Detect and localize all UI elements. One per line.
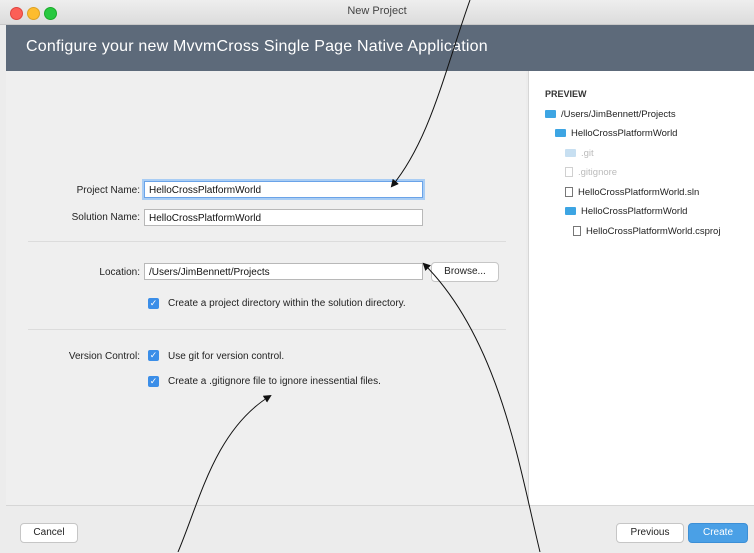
solution-name-label: Solution Name: (71, 212, 140, 223)
solution-name-input[interactable]: HelloCrossPlatformWorld (144, 209, 423, 226)
use-git-label: Use git for version control. (168, 351, 285, 362)
folder-icon (545, 110, 556, 118)
preview-title: PREVIEW (545, 89, 587, 99)
tree-item-projects-folder: /Users/JimBennett/Projects (545, 109, 676, 121)
file-icon (573, 226, 581, 236)
create-directory-checkbox[interactable]: ✓ (148, 298, 159, 309)
gitignore-checkbox[interactable]: ✓ (148, 376, 159, 387)
file-icon (565, 167, 573, 177)
file-icon (565, 187, 573, 197)
use-git-checkbox[interactable]: ✓ (148, 350, 159, 361)
project-name-input[interactable]: HelloCrossPlatformWorld (144, 181, 423, 198)
create-directory-label: Create a project directory within the so… (168, 298, 406, 309)
page-title: Configure your new MvvmCross Single Page… (26, 38, 488, 55)
project-name-label: Project Name: (76, 185, 140, 196)
tree-item-sln-file: HelloCrossPlatformWorld.sln (565, 187, 699, 199)
title-bar: New Project (0, 0, 754, 25)
gitignore-label: Create a .gitignore file to ignore iness… (168, 376, 381, 387)
location-label: Location: (99, 267, 140, 278)
settings-form: Project Name: HelloCrossPlatformWorld So… (6, 71, 526, 505)
tree-item-git-folder: .git (565, 148, 594, 160)
footer-bar: Cancel Previous Create (6, 505, 754, 553)
browse-button[interactable]: Browse... (431, 262, 499, 282)
window-title: New Project (347, 5, 407, 17)
tree-item-project-folder: HelloCrossPlatformWorld (565, 206, 687, 218)
header-banner: Configure your new MvvmCross Single Page… (6, 25, 754, 71)
version-control-label: Version Control: (68, 351, 140, 362)
tree-item-gitignore-file: .gitignore (565, 167, 617, 179)
divider (28, 329, 506, 330)
preview-panel: PREVIEW /Users/JimBennett/Projects Hello… (528, 71, 754, 505)
create-button[interactable]: Create (688, 523, 748, 543)
tree-item-solution-folder: HelloCrossPlatformWorld (555, 128, 677, 140)
folder-icon (565, 207, 576, 215)
divider (28, 241, 506, 242)
cancel-button[interactable]: Cancel (20, 523, 78, 543)
previous-button[interactable]: Previous (616, 523, 684, 543)
folder-icon (555, 129, 566, 137)
folder-icon (565, 149, 576, 157)
tree-item-csproj-file: HelloCrossPlatformWorld.csproj (573, 226, 720, 238)
location-input[interactable]: /Users/JimBennett/Projects (144, 263, 423, 280)
